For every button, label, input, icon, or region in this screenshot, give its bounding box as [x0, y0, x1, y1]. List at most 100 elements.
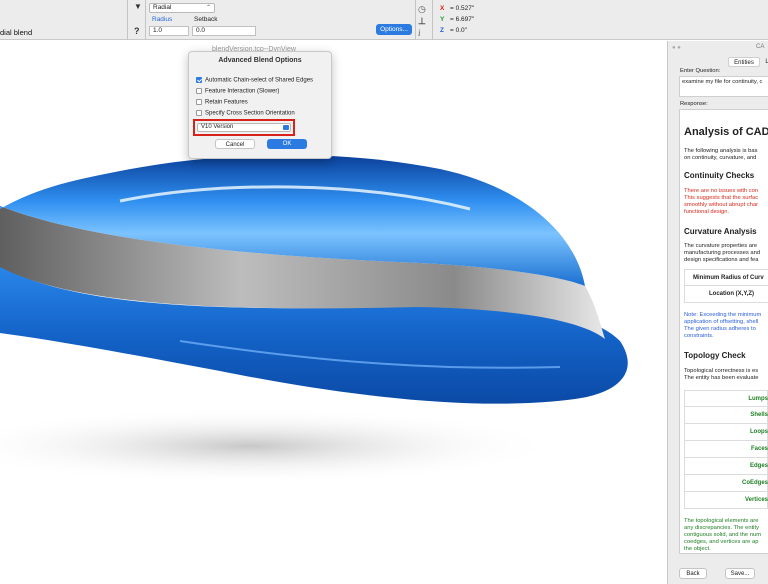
curvature-line: The curvature properties are: [684, 243, 758, 249]
table-cell-lumps: Lumps: [748, 396, 768, 402]
toolbar-divider: [127, 0, 128, 40]
help-icon[interactable]: ?: [134, 26, 140, 36]
setback-label: Setback: [194, 16, 218, 23]
checkbox[interactable]: [196, 99, 202, 105]
table-cell-faces: Faces: [750, 446, 768, 452]
radius-input[interactable]: 1.0: [149, 26, 189, 36]
continuity-line: This suggests that the surfac: [684, 195, 759, 201]
version-select-value: V10 Version: [201, 124, 234, 130]
x-coordinate: X = 0.527": [440, 5, 475, 12]
option-label: Retain Features: [205, 99, 248, 106]
table-row: Faces: [684, 441, 768, 458]
advanced-blend-options-dialog: Advanced Blend Options Automatic Chain-s…: [188, 51, 332, 159]
toolbar-divider: [432, 0, 433, 40]
ok-button[interactable]: OK: [267, 139, 307, 149]
note-line: application of offsetting, shell: [684, 319, 759, 325]
select-chevron-icon: ⌃: [205, 5, 211, 11]
clock-icon[interactable]: ◷: [418, 4, 426, 15]
z-value: 0.0": [455, 27, 467, 34]
collapse-arrow-icon[interactable]: ▼: [134, 2, 142, 11]
option-label: Feature Interaction (Slower): [205, 88, 280, 95]
table-row: Edges: [684, 458, 768, 475]
intro-line: The following analysis is bas: [684, 148, 758, 154]
back-button[interactable]: Back: [679, 568, 707, 579]
option-retain-features[interactable]: Retain Features: [196, 99, 248, 106]
curvature-line: manufacturing processes and: [684, 250, 761, 256]
panel-title: CA: [756, 44, 765, 50]
y-coordinate: Y = 6.697": [440, 16, 475, 23]
options-button[interactable]: Options...: [376, 24, 412, 35]
version-select[interactable]: V10 Version: [197, 123, 291, 132]
setback-input[interactable]: 0.0: [192, 26, 256, 36]
ground-shadow: [0, 408, 560, 484]
reference-icon[interactable]: ⊥: [418, 16, 426, 27]
info-icon[interactable]: i: [418, 28, 421, 38]
response-title: Analysis of CAD D: [684, 126, 768, 138]
continuity-line: functional design.: [684, 209, 730, 215]
option-feature-interaction[interactable]: Feature Interaction (Slower): [196, 88, 279, 95]
dialog-title: Advanced Blend Options: [218, 57, 302, 64]
3d-viewport[interactable]: blendVersion.tcp--DynView: [0, 41, 666, 584]
option-label: Automatic Chain-select of Shared Edges: [205, 77, 314, 84]
blended-part-model[interactable]: [0, 41, 666, 584]
toolbar-divider: [145, 0, 146, 40]
conclusion-line: The topological elements are: [684, 518, 759, 524]
note-line: The given radius adheres to: [684, 326, 756, 332]
topology-table: Lumps Shells Loops Faces Edges CoEdges V…: [684, 390, 768, 509]
option-cross-section-orientation[interactable]: Specify Cross Section Orientation: [196, 110, 295, 117]
conclusion-line: the object.: [684, 546, 711, 552]
table-row: CoEdges: [684, 475, 768, 492]
topology-line: The entity has been evaluate: [684, 375, 759, 381]
curvature-heading: Curvature Analysis: [684, 227, 757, 236]
table-row: Vertices: [684, 492, 768, 509]
z-coordinate: Z = 0.0": [440, 27, 467, 34]
feature-name-label: dial blend: [0, 28, 33, 37]
select-arrow-icon: [283, 125, 289, 130]
table-cell-loops: Loops: [750, 429, 768, 435]
tab-entities[interactable]: Entities: [728, 57, 760, 67]
curvature-line: design specifications and fea: [684, 257, 759, 263]
table-cell-coedges: CoEdges: [741, 480, 768, 486]
table-cell-edges: Edges: [749, 463, 768, 469]
intro-line: on continuity, curvature, and: [684, 155, 757, 161]
table-row: Shells: [684, 407, 768, 424]
continuity-heading: Continuity Checks: [684, 171, 755, 180]
note-line: constraints.: [684, 333, 714, 339]
y-value: 6.697": [455, 16, 475, 23]
toolbar-divider: [415, 0, 416, 40]
tab-second[interactable]: L: [762, 57, 768, 67]
blend-type-select[interactable]: Radial ⌃: [149, 3, 215, 13]
table-row: Loops: [684, 424, 768, 441]
checkbox[interactable]: [196, 88, 202, 94]
window-controls-icon[interactable]: ● ●: [672, 45, 681, 51]
response-label: Response:: [680, 101, 708, 107]
radius-label: Radius: [152, 16, 173, 23]
table-row: Minimum Radius of Curv: [684, 269, 768, 286]
table-cell-vertices: Vertices: [744, 497, 768, 503]
option-automatic-chain-select[interactable]: Automatic Chain-select of Shared Edges: [196, 77, 313, 84]
option-label: Specify Cross Section Orientation: [205, 110, 295, 117]
x-value: 0.527": [455, 5, 475, 12]
topology-line: Topological correctness is es: [684, 368, 759, 374]
conclusion-line: any discrepancies. The entity: [684, 525, 759, 531]
topology-heading: Topology Check: [684, 351, 746, 360]
curvature-table: Minimum Radius of Curv Location (X,Y,Z): [684, 269, 768, 303]
checkbox[interactable]: [196, 110, 202, 116]
top-toolbar: dial blend ▼ ? Radial ⌃ Radius Setback 1…: [0, 0, 768, 40]
ai-assistant-panel: ● ● CA Entities L Enter Question: examin…: [667, 41, 768, 584]
question-label: Enter Question:: [680, 68, 721, 74]
conclusion-line: coedges, and vertices are ap: [684, 539, 759, 545]
checkbox-checked[interactable]: [196, 77, 202, 83]
save-button[interactable]: Save...: [725, 568, 755, 579]
table-row: Location (X,Y,Z): [684, 286, 768, 303]
table-row: Lumps: [684, 390, 768, 407]
continuity-line: smoothly without abrupt char: [684, 202, 759, 208]
conclusion-line: contiguous solid, and the num: [684, 532, 762, 538]
note-line: Note: Exceeding the minimum: [684, 312, 762, 318]
cancel-button[interactable]: Cancel: [215, 139, 255, 149]
table-cell-shells: Shells: [750, 412, 768, 418]
question-input[interactable]: examine my file for continuity, c: [679, 76, 768, 97]
continuity-line: There are no issues with con: [684, 188, 759, 194]
blend-type-value: Radial: [153, 4, 172, 11]
response-document[interactable]: Analysis of CAD D The following analysis…: [679, 109, 768, 554]
